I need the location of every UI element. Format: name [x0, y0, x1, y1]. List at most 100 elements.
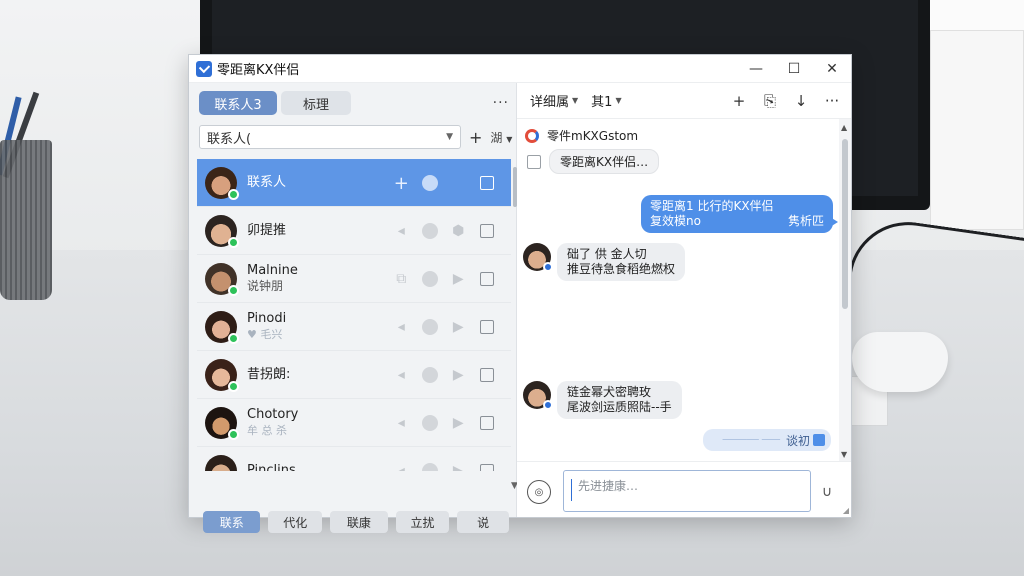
play-icon[interactable]: ▶ [450, 317, 467, 337]
list-item[interactable]: 昔拐朗: ◂ ▶ [197, 351, 511, 399]
play-icon[interactable]: ▶ [450, 365, 467, 385]
sort-dropdown[interactable]: 湖 ▼ [490, 129, 512, 146]
tab-manage[interactable]: 标理 [281, 91, 351, 115]
window-title: 零距离KX伴侣 [217, 63, 300, 78]
incoming-message[interactable]: 链金幂犬密聘玫 尾波剑运质照陆--手 [523, 381, 682, 419]
list-item[interactable]: Pinclins ◂ ▶ [197, 447, 511, 471]
avatar [523, 381, 553, 410]
minimize-button[interactable]: — [737, 55, 775, 83]
checkbox[interactable] [479, 413, 496, 433]
scroll-down-icon[interactable]: ▼ [841, 450, 847, 459]
online-status-icon [228, 428, 239, 440]
list-item[interactable]: 卯提推 ◂ ⬢ [197, 207, 511, 255]
outgoing-message[interactable]: 零距离1 比行的KX伴侣 复效模no 隽析匹 [641, 195, 838, 233]
speaker-icon[interactable]: ◂ [393, 221, 410, 241]
app-window: 零距离KX伴侣 — ☐ ✕ 联系人3 标理 ··· 联系人( ▼ + 湖 ▼ 联… [188, 54, 852, 533]
system-message: 零件mKXGstom [525, 127, 638, 144]
contact-actions: ◂ ▶ [393, 317, 507, 337]
message-text: 础了 供 金人切 [567, 247, 647, 261]
play-icon[interactable]: ▶ [450, 269, 467, 289]
contact-actions: ◂ ▶ [393, 365, 507, 385]
checkbox[interactable] [527, 154, 541, 169]
contact-name: 昔拐朗: [247, 366, 291, 382]
avatar [205, 358, 239, 392]
status-dot-icon[interactable] [421, 461, 439, 471]
checkbox[interactable] [479, 365, 496, 385]
message-input[interactable]: 先进捷康… [563, 470, 811, 512]
contact-actions: ⧉ ▶ [393, 269, 507, 289]
add-icon[interactable]: + [728, 90, 750, 112]
incoming-message[interactable]: 础了 供 金人切 推豆待急食稻绝燃权 [523, 243, 686, 281]
checkbox[interactable] [479, 269, 496, 289]
bottom-tab-2[interactable]: 代化 [268, 511, 323, 533]
title-bar[interactable]: 零距离KX伴侣 — ☐ ✕ [189, 55, 851, 83]
bottom-tab-3[interactable]: 联康 [330, 511, 388, 533]
message-input-placeholder: 先进捷康… [578, 479, 639, 493]
contact-actions: + [393, 173, 507, 194]
chat-scrollbar[interactable]: ▲ ▼ [839, 119, 851, 461]
status-dot-icon[interactable] [421, 365, 439, 385]
status-dot-icon[interactable] [421, 317, 439, 337]
list-item[interactable]: Chotory 牟 总 杀 ◂ ▶ [197, 399, 511, 447]
bottom-tab-4[interactable]: 立扰 [395, 511, 450, 533]
message-text: 尾波剑运质照陆--手 [567, 400, 672, 414]
contact-name: 联系人 [247, 174, 287, 190]
checkbox[interactable] [479, 317, 496, 337]
list-item[interactable]: Malnine 说钟朋 ⧉ ▶ [197, 255, 511, 303]
chevron-down-icon: ▼ [446, 132, 453, 142]
filter-value: 联系人( [207, 131, 252, 147]
speaker-icon[interactable]: ◂ [393, 461, 410, 471]
checkbox[interactable] [479, 173, 496, 193]
status-dot-icon[interactable] [421, 413, 439, 433]
contact-name: Pinodi [247, 311, 287, 326]
message-bubble: 链金幂犬密聘玫 尾波剑运质照陆--手 [557, 381, 682, 419]
filter-row: 联系人( ▼ + 湖 ▼ [199, 125, 515, 149]
checkbox[interactable] [479, 461, 496, 471]
chevron-down-icon: ▼ [506, 134, 513, 144]
maximize-button[interactable]: ☐ [775, 55, 813, 83]
system-notice: 零距离KX伴侣… [527, 149, 660, 174]
emoji-button[interactable]: ∪ [817, 482, 837, 502]
copy-icon[interactable]: ⧉ [393, 269, 410, 289]
scroll-up-icon[interactable]: ▲ [841, 123, 847, 132]
speaker-icon[interactable]: ◂ [393, 413, 410, 433]
online-status-icon [228, 188, 239, 200]
chat-toolbar: + ⎘ ↓ ··· [719, 90, 843, 112]
close-button[interactable]: ✕ [813, 55, 851, 83]
scrollbar-thumb[interactable] [842, 139, 848, 309]
contact-list[interactable]: 联系人 + 卯提推 ◂ ⬢ Malnine 说钟朋 ⧉ ▶ Pinodi ♥ 毛… [197, 159, 511, 471]
avatar [205, 262, 239, 296]
shield-icon[interactable]: ⬢ [450, 221, 467, 241]
contact-filter-select[interactable]: 联系人( ▼ [199, 125, 461, 149]
download-icon[interactable]: ↓ [790, 90, 812, 112]
folder-icon[interactable]: ⎘ [759, 90, 781, 112]
more-options-icon[interactable]: ··· [821, 90, 843, 112]
message-text: 零距离1 比行的KX伴侣 [650, 199, 774, 213]
voice-button[interactable]: ◎ [527, 480, 551, 504]
message-list[interactable]: 零件mKXGstom 零距离KX伴侣… 零距离1 比行的KX伴侣 复效模no 隽… [517, 119, 839, 461]
bottom-tab-5[interactable]: 说 [457, 511, 510, 533]
checkbox[interactable] [479, 221, 496, 241]
play-icon[interactable]: ▶ [450, 413, 467, 433]
status-dot-icon[interactable] [421, 173, 439, 193]
contact-name: 卯提推 [247, 222, 287, 238]
list-item[interactable]: 联系人 + [197, 159, 511, 207]
add-icon[interactable]: + [393, 173, 410, 194]
avatar [205, 310, 239, 344]
speaker-icon[interactable]: ◂ [393, 365, 410, 385]
status-dot-icon[interactable] [421, 221, 439, 241]
play-icon[interactable]: ▶ [450, 461, 467, 471]
group-dropdown[interactable]: 其1 ▼ [591, 91, 621, 110]
speaker-icon[interactable]: ◂ [393, 317, 410, 337]
list-item[interactable]: Pinodi ♥ 毛兴 ◂ ▶ [197, 303, 511, 351]
more-options-icon[interactable]: ··· [493, 95, 509, 111]
tab-contacts[interactable]: 联系人3 [199, 91, 277, 115]
outgoing-message[interactable]: ────── ─── 谈初 [703, 429, 831, 451]
message-text: ────── ─── [722, 434, 780, 446]
bottom-tab-contacts[interactable]: 联系 [203, 511, 261, 533]
resize-grip-icon[interactable]: ◢ [843, 506, 849, 515]
add-contact-button[interactable]: + [469, 128, 482, 147]
details-dropdown[interactable]: 详细属 ▼ [530, 91, 578, 110]
status-dot-icon[interactable] [421, 269, 439, 289]
contact-actions: ◂ ⬢ [393, 221, 507, 241]
